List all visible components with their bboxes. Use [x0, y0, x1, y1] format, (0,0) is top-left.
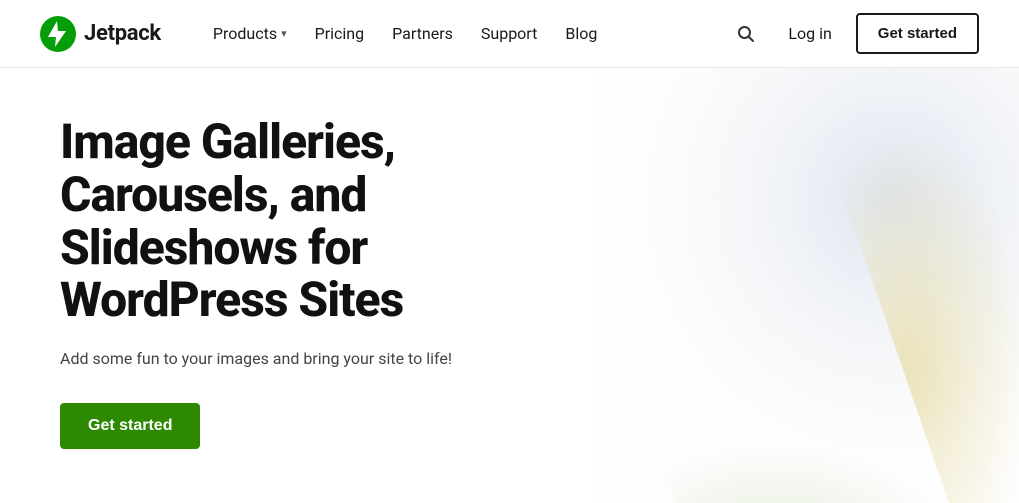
navbar: Jetpack Products ▾ Pricing Partners Supp… [0, 0, 1019, 68]
nav-products-label: Products [213, 24, 277, 43]
nav-support-label: Support [481, 24, 537, 43]
get-started-nav-button[interactable]: Get started [856, 13, 979, 54]
chevron-down-icon: ▾ [281, 27, 287, 40]
nav-links: Products ▾ Pricing Partners Support Blog [201, 16, 728, 51]
logo[interactable]: Jetpack [40, 16, 161, 52]
nav-right: Log in Get started [728, 13, 979, 54]
nav-item-blog[interactable]: Blog [553, 16, 609, 51]
search-button[interactable] [728, 16, 764, 52]
nav-pricing-label: Pricing [315, 24, 365, 43]
get-started-hero-button[interactable]: Get started [60, 403, 200, 449]
hero-section: Image Galleries, Carousels, and Slidesho… [0, 68, 1019, 503]
nav-blog-label: Blog [565, 24, 597, 43]
nav-item-products[interactable]: Products ▾ [201, 16, 299, 51]
nav-item-partners[interactable]: Partners [380, 16, 465, 51]
hero-title: Image Galleries, Carousels, and Slidesho… [60, 116, 580, 327]
hero-background-decoration [599, 68, 1019, 503]
nav-partners-label: Partners [392, 24, 453, 43]
hero-content: Image Galleries, Carousels, and Slidesho… [60, 116, 580, 449]
hero-subtitle: Add some fun to your images and bring yo… [60, 347, 580, 371]
nav-item-pricing[interactable]: Pricing [303, 16, 377, 51]
search-icon [737, 25, 755, 43]
login-link[interactable]: Log in [780, 16, 839, 51]
nav-item-support[interactable]: Support [469, 16, 549, 51]
jetpack-logo-icon [40, 16, 76, 52]
brand-name: Jetpack [84, 21, 161, 46]
